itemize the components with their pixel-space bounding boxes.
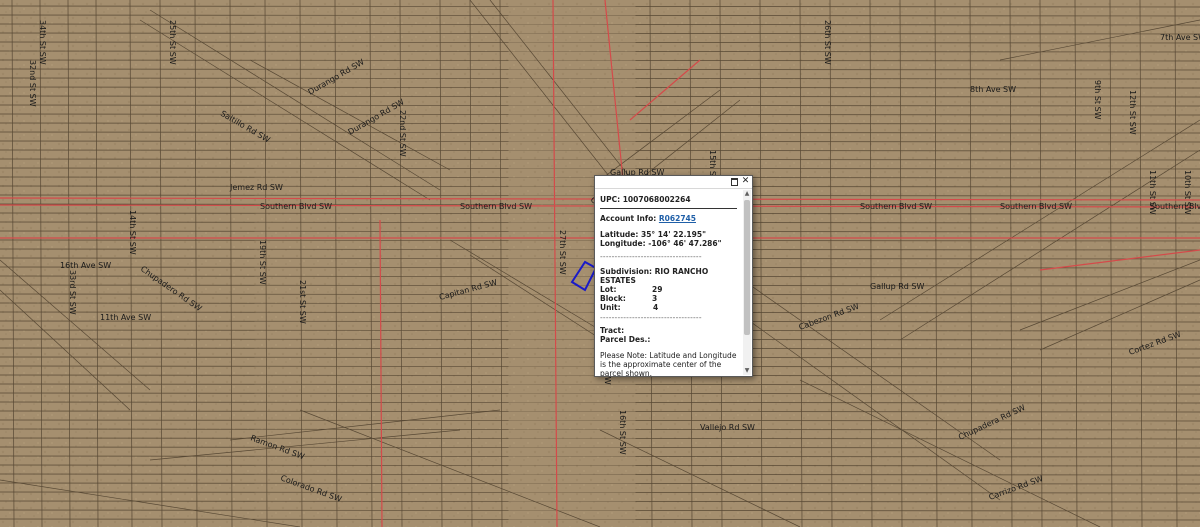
road-label: 33rd St SW: [68, 270, 77, 315]
road-label: 32nd St SW: [28, 60, 37, 107]
unit-label: Unit:: [600, 303, 621, 312]
account-label: Account Info:: [600, 214, 657, 223]
longitude-text: Longitude: -106° 46' 47.286": [600, 239, 722, 248]
scroll-up-icon[interactable]: ▲: [743, 190, 751, 198]
road-label: 11th St SW: [1148, 170, 1157, 215]
dash-divider-1: -----------------------------------: [600, 252, 702, 261]
block-row: Block: 3: [600, 294, 737, 303]
road-label: 34th St SW: [38, 20, 47, 65]
road-label: 9th St SW: [1093, 80, 1102, 120]
lot-label: Lot:: [600, 285, 617, 294]
close-icon[interactable]: ✕: [741, 177, 750, 186]
upc-text: UPC: 1007068002264: [600, 195, 691, 204]
road-label: 22nd St SW: [398, 110, 407, 157]
road-label: 25th St SW: [168, 20, 177, 65]
popup-scrollbar[interactable]: ▲ ▼: [743, 190, 751, 375]
subdivision-text: Subdivision: RIO RANCHO ESTATES: [600, 267, 709, 285]
latitude-text: Latitude: 35° 14' 22.195": [600, 230, 706, 239]
popup-titlebar: ✕: [595, 176, 752, 189]
scroll-down-icon[interactable]: ▼: [743, 367, 751, 375]
road-label: 14th St SW: [128, 210, 137, 255]
road-label: 19th St SW: [258, 240, 267, 285]
road-label: 27th St SW: [558, 230, 567, 275]
road-label: 12th St SW: [1128, 90, 1137, 135]
road-label: Jemez Rd SW: [229, 183, 283, 192]
road-label: Southern Blvd SW: [460, 202, 532, 211]
road-label: 11th Ave SW: [100, 313, 151, 322]
dash-divider-2: -----------------------------------: [600, 313, 702, 322]
road-label: Southern Blvd SW: [1000, 202, 1072, 211]
parcel-des-text: Parcel Des.:: [600, 335, 651, 344]
account-link[interactable]: R062745: [659, 214, 696, 223]
block-value: 3: [652, 294, 658, 303]
road-label: Vallejo Rd SW: [700, 423, 755, 432]
lot-row: Lot: 29: [600, 285, 737, 294]
lot-value: 29: [652, 285, 663, 294]
unit-value: 4: [653, 303, 659, 312]
scroll-thumb[interactable]: [744, 200, 750, 335]
maximize-icon[interactable]: [730, 177, 739, 186]
road-label: Southern Blvd SW: [260, 202, 332, 211]
road-label: 10th St SW: [1183, 170, 1192, 215]
road-label: Southern Blvd SW: [860, 202, 932, 211]
divider: [600, 208, 737, 209]
road-label: 26th St SW: [823, 20, 832, 65]
road-label: 16th St SW: [618, 410, 627, 455]
unit-row: Unit: 4: [600, 303, 737, 312]
note-text: Please Note: Latitude and Longitude is t…: [600, 351, 737, 376]
account-info: Account Info: R062745: [600, 214, 737, 223]
road-label: 7th Ave SW: [1160, 33, 1200, 42]
block-label: Block:: [600, 294, 626, 303]
popup-content: UPC: 1007068002264 Account Info: R062745…: [595, 189, 742, 376]
tract-text: Tract:: [600, 326, 625, 335]
road-label: Gallup Rd SW: [870, 282, 924, 291]
parcel-info-popup: ✕ UPC: 1007068002264 Account Info: R0627…: [594, 175, 753, 377]
road-label: 16th Ave SW: [60, 261, 111, 270]
road-label: 21st St SW: [298, 280, 307, 324]
road-label: 8th Ave SW: [970, 85, 1016, 94]
